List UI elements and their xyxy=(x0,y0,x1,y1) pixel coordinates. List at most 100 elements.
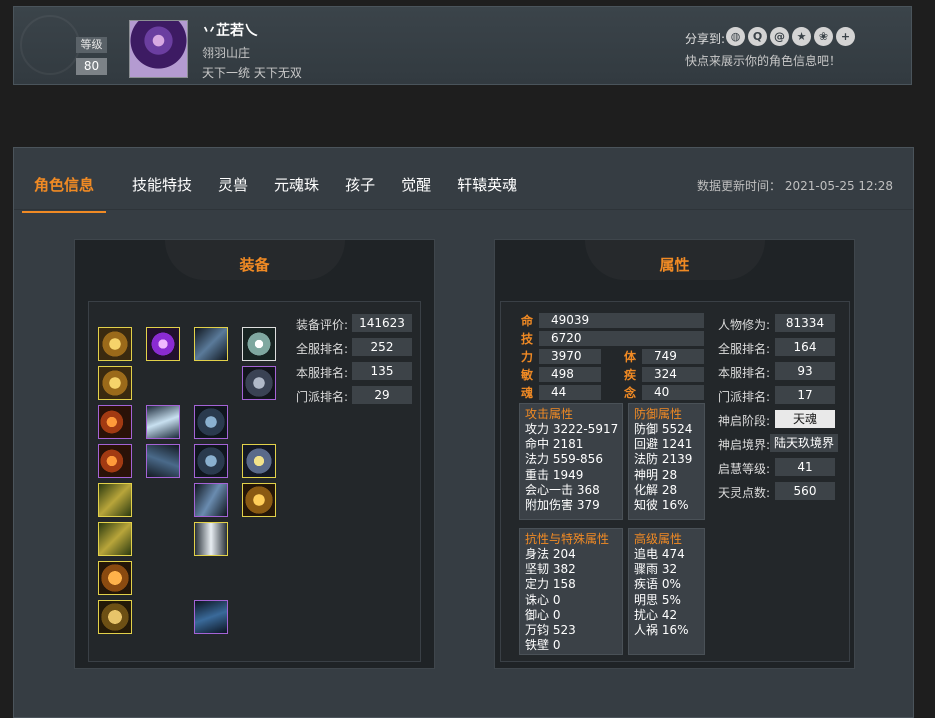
attack-row: 重击 1949 xyxy=(525,467,584,482)
constitution-value: 749 xyxy=(642,349,704,364)
avatar[interactable] xyxy=(129,20,188,78)
local-rank-value: 93 xyxy=(775,362,835,380)
equipment-slot[interactable] xyxy=(146,327,180,361)
equipment-box: 装备 装备评价: 141623 全服排名: 252 本服排名: 135 门派排名… xyxy=(74,239,435,669)
resist-attributes-title: 抗性与特殊属性 xyxy=(525,532,610,546)
player-motto: 天下一统 天下无双 xyxy=(202,66,302,80)
resist-row: 铁壁 0 xyxy=(525,638,561,653)
cultivation-value: 81334 xyxy=(775,314,835,332)
attributes-inner: 命 49039 技 6720 力 3970 体 749 敏 498 疾 324 … xyxy=(500,301,850,662)
sect-rank-label: 门派排名: xyxy=(718,390,771,404)
resist-row: 诛心 0 xyxy=(525,592,561,607)
equipment-score-label: 装备评价: xyxy=(296,318,349,332)
qq-icon[interactable]: Q xyxy=(748,27,767,46)
divine-realm-value: 陆天玖境界 xyxy=(770,434,838,452)
sect-rank-label: 门派排名: xyxy=(296,390,349,404)
strength-label: 力 xyxy=(521,350,534,364)
resist-row: 坚韧 382 xyxy=(525,562,576,577)
sect-rank-value: 17 xyxy=(775,386,835,404)
tab-spirit-beast[interactable]: 灵兽 xyxy=(218,168,248,213)
equipment-slot[interactable] xyxy=(98,522,132,556)
local-rank-label: 本服排名: xyxy=(718,366,771,380)
advanced-row: 骤雨 32 xyxy=(634,562,678,577)
divine-stage-label: 神启阶段: xyxy=(718,414,771,428)
qzone-icon[interactable]: ★ xyxy=(792,27,811,46)
equipment-score-value: 141623 xyxy=(352,314,412,332)
strength-value: 3970 xyxy=(539,349,601,364)
equipment-slot[interactable] xyxy=(194,444,228,478)
equipment-slot[interactable] xyxy=(98,561,132,595)
tab-xuanyuan-soul[interactable]: 轩辕英魂 xyxy=(457,168,517,213)
profile-header: 等级 80 丷芷若乀 翎羽山庄 天下一统 天下无双 分享到: ◍ Q @ ★ ❀… xyxy=(13,6,912,85)
equipment-slot[interactable] xyxy=(194,522,228,556)
attributes-title: 属性 xyxy=(659,256,690,274)
weibo-icon[interactable]: @ xyxy=(770,27,789,46)
server-rank-value: 164 xyxy=(775,338,835,356)
equipment-slot[interactable] xyxy=(98,405,132,439)
mind-value: 40 xyxy=(642,385,704,400)
equipment-slot[interactable] xyxy=(98,444,132,478)
equipment-slot[interactable] xyxy=(146,444,180,478)
skill-value: 6720 xyxy=(539,331,704,346)
tab-character-info[interactable]: 角色信息 xyxy=(22,168,107,213)
equipment-slot[interactable] xyxy=(98,483,132,517)
hp-value: 49039 xyxy=(539,313,704,328)
divine-realm-label: 神启境界: xyxy=(718,438,771,452)
equipment-slot[interactable] xyxy=(194,327,228,361)
tab-divider xyxy=(14,209,913,210)
equipment-slot[interactable] xyxy=(242,327,276,361)
defense-row: 神明 28 xyxy=(634,467,678,482)
advanced-row: 人祸 16% xyxy=(634,623,689,638)
share-hint: 快点来展示你的角色信息吧！ xyxy=(685,54,842,68)
speed-label: 疾 xyxy=(624,368,637,382)
local-rank-label: 本服排名: xyxy=(296,366,349,380)
equipment-slot[interactable] xyxy=(242,366,276,400)
server-rank-label: 全服排名: xyxy=(718,342,771,356)
divine-stage-value: 天魂 xyxy=(775,410,835,428)
advanced-attributes-title: 高级属性 xyxy=(634,532,683,546)
tieba-icon[interactable]: ❀ xyxy=(814,27,833,46)
tab-bar: 角色信息 技能特技 灵兽 元魂珠 孩子 觉醒 轩辕英魂 xyxy=(22,168,543,213)
equipment-slot[interactable] xyxy=(194,483,228,517)
character-panel: 角色信息 技能特技 灵兽 元魂珠 孩子 觉醒 轩辕英魂 数据更新时间： 2021… xyxy=(13,147,914,718)
wechat-icon[interactable]: ◍ xyxy=(726,27,745,46)
equipment-slot[interactable] xyxy=(98,366,132,400)
tab-soul-orb[interactable]: 元魂珠 xyxy=(274,168,319,213)
equipment-title: 装备 xyxy=(239,256,270,274)
plus-icon[interactable]: + xyxy=(836,27,855,46)
equipment-slot[interactable] xyxy=(194,600,228,634)
defense-row: 回避 1241 xyxy=(634,437,693,452)
attack-row: 命中 2181 xyxy=(525,437,584,452)
resist-attributes-panel: 抗性与特殊属性 身法 204 坚韧 382 定力 158 诛心 0 御心 0 万… xyxy=(519,528,623,655)
wisdom-level-label: 启慧等级: xyxy=(718,462,771,476)
attack-row: 法力 559-856 xyxy=(525,452,603,467)
tab-children[interactable]: 孩子 xyxy=(345,168,375,213)
attack-row: 会心一击 368 xyxy=(525,482,600,497)
resist-row: 万钧 523 xyxy=(525,623,576,638)
equipment-slot[interactable] xyxy=(146,405,180,439)
spirit-points-label: 天灵点数: xyxy=(718,486,771,500)
advanced-row: 疾语 0% xyxy=(634,577,681,592)
equipment-slot[interactable] xyxy=(194,405,228,439)
skill-label: 技 xyxy=(521,332,534,346)
equipment-slot[interactable] xyxy=(242,483,276,517)
defense-attributes-panel: 防御属性 防御 5524 回避 1241 法防 2139 神明 28 化解 28… xyxy=(628,403,705,520)
hp-label: 命 xyxy=(521,314,534,328)
attack-row: 攻力 3222-5917 xyxy=(525,422,619,436)
attack-attributes-panel: 攻击属性 攻力 3222-5917 命中 2181 法力 559-856 重击 … xyxy=(519,403,623,520)
resist-row: 身法 204 xyxy=(525,547,576,561)
advanced-attributes-panel: 高级属性 追电 474 骤雨 32 疾语 0% 明思 5% 扰心 42 人祸 1… xyxy=(628,528,705,655)
defense-row: 法防 2139 xyxy=(634,452,693,467)
defense-attributes-title: 防御属性 xyxy=(634,407,683,421)
equipment-slot[interactable] xyxy=(98,600,132,634)
defense-row: 防御 5524 xyxy=(634,422,693,436)
tab-awakening[interactable]: 觉醒 xyxy=(401,168,431,213)
equipment-slot[interactable] xyxy=(242,444,276,478)
attack-row: 附加伤害 379 xyxy=(525,498,600,513)
equipment-slot[interactable] xyxy=(98,327,132,361)
advanced-row: 追电 474 xyxy=(634,547,685,561)
local-rank-value: 135 xyxy=(352,362,412,380)
tab-skills[interactable]: 技能特技 xyxy=(132,168,192,213)
soul-label: 魂 xyxy=(521,386,534,400)
equipment-inner: 装备评价: 141623 全服排名: 252 本服排名: 135 门派排名: 2… xyxy=(88,301,421,662)
